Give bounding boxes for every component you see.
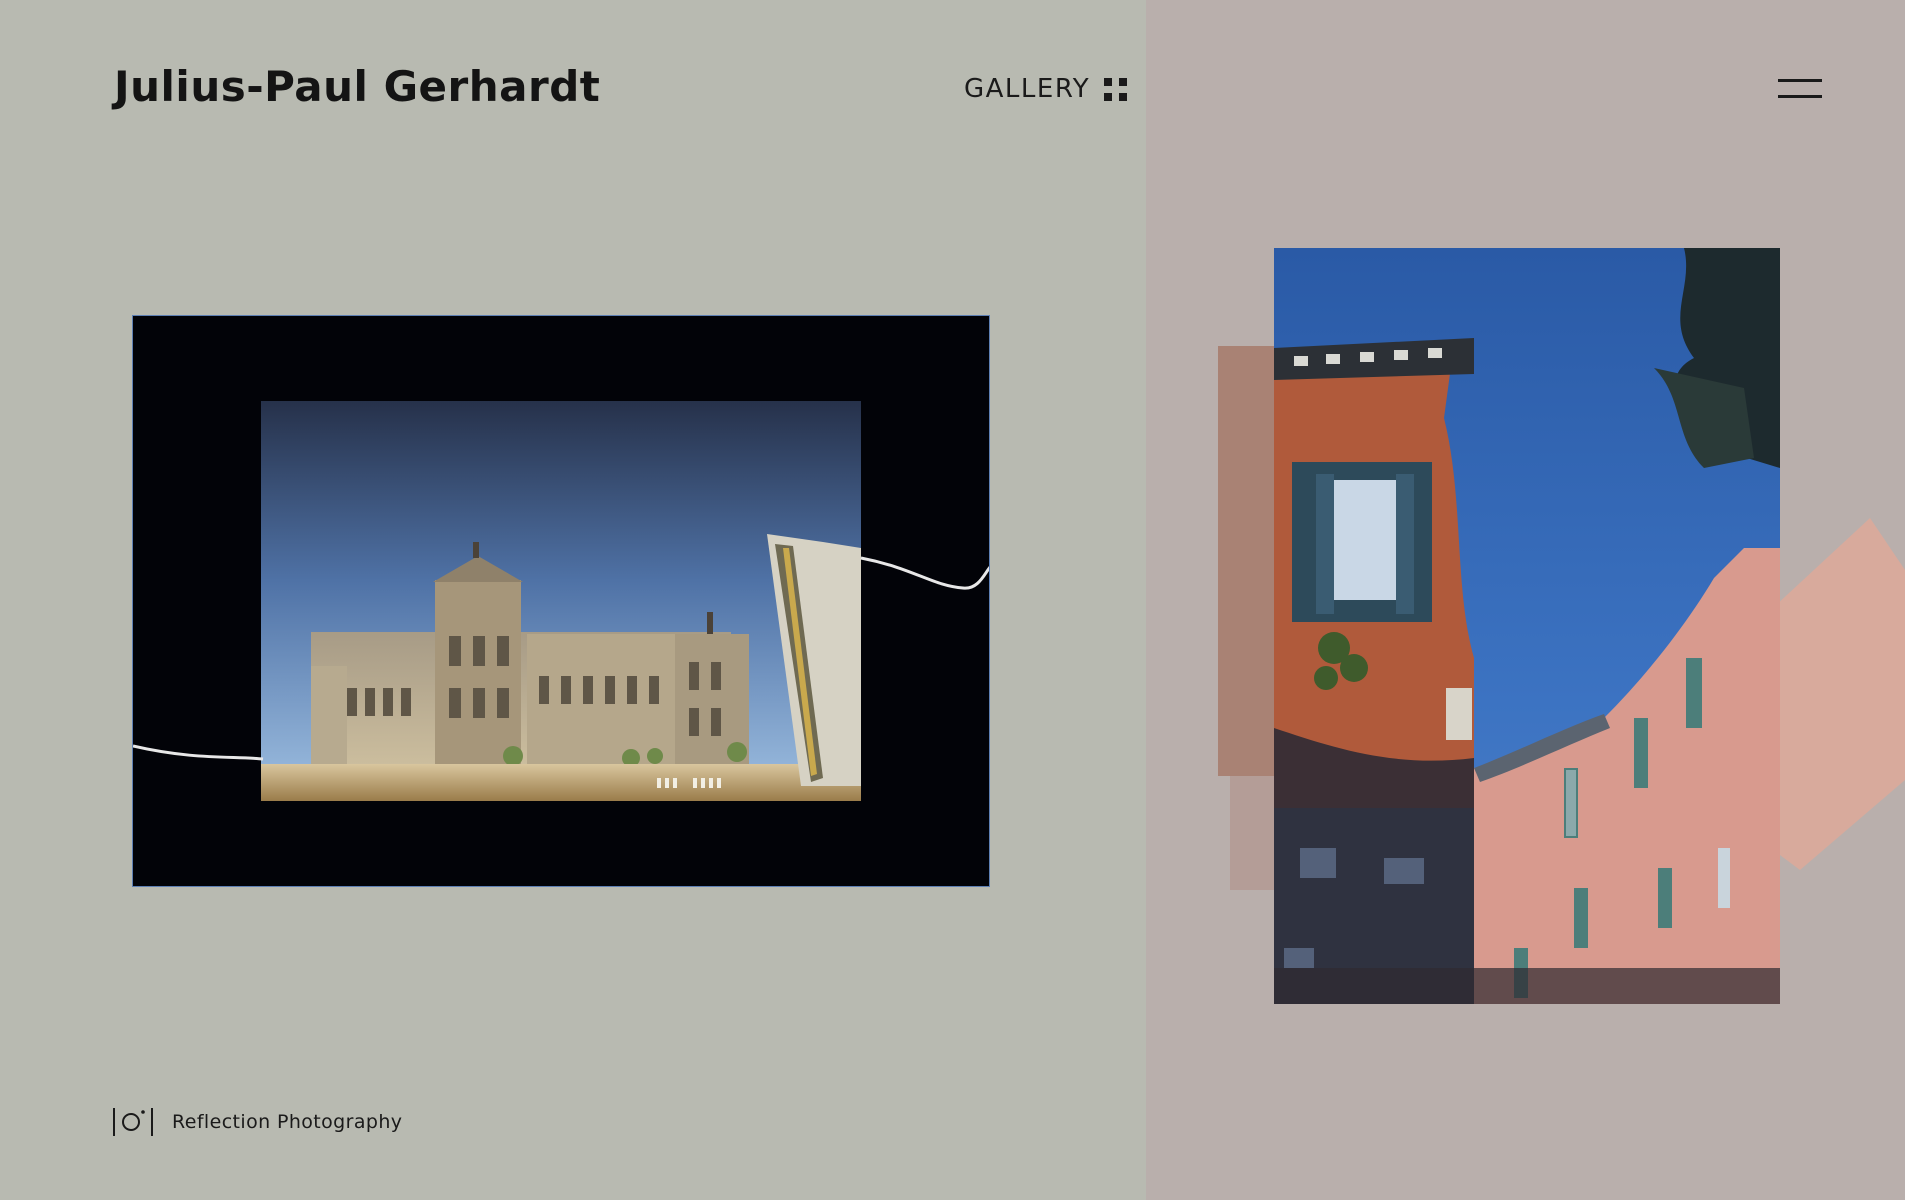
hamburger-menu-icon[interactable]	[1778, 76, 1826, 102]
page: Julius-Paul Gerhardt GALLERY Reflection …	[0, 0, 1905, 1200]
reichstag-reflection-photo[interactable]	[132, 315, 990, 887]
site-title[interactable]: Julius-Paul Gerhardt	[114, 62, 600, 111]
gallery-link[interactable]: GALLERY	[964, 74, 1128, 104]
footer-brand[interactable]: Reflection Photography	[112, 1106, 402, 1138]
camera-icon	[113, 1108, 153, 1136]
decorative-block	[1218, 346, 1276, 776]
decorative-shape	[1760, 518, 1905, 870]
footer-brand-text: Reflection Photography	[172, 1111, 403, 1133]
decorative-block	[1230, 776, 1276, 890]
gallery-label: GALLERY	[964, 74, 1091, 104]
grid-dots-icon	[1104, 77, 1128, 101]
venice-canal-reflection-photo[interactable]	[1274, 248, 1780, 1004]
